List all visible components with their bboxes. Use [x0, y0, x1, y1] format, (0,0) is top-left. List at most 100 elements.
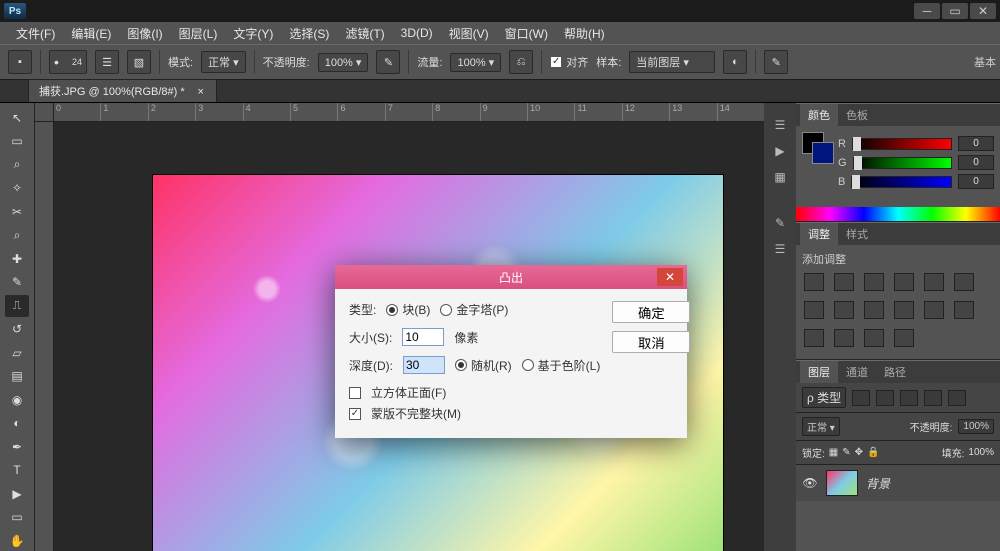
pressure-size-icon[interactable]: ✎ [764, 50, 788, 74]
document-tab-close[interactable]: × [196, 86, 206, 98]
brush-panel-icon[interactable]: ☰ [95, 50, 119, 74]
wand-tool[interactable]: ✧ [5, 178, 29, 200]
adj-gradmap-icon[interactable] [864, 329, 884, 347]
ok-button[interactable]: 确定 [612, 301, 690, 323]
tab-color[interactable]: 颜色 [800, 104, 838, 126]
crop-tool[interactable]: ✂ [5, 201, 29, 223]
adj-bw-icon[interactable] [834, 301, 854, 319]
lock-trans-icon[interactable]: ▦ [829, 447, 838, 458]
tab-paths[interactable]: 路径 [876, 361, 914, 383]
b-slider[interactable] [851, 176, 952, 188]
pen-tool[interactable]: ✒ [5, 436, 29, 458]
depth-random-radio[interactable]: 随机(R) [455, 357, 512, 374]
menu-3d[interactable]: 3D(D) [393, 24, 441, 42]
adj-vibrance-icon[interactable] [924, 273, 944, 291]
adj-curves-icon[interactable] [864, 273, 884, 291]
path-select-tool[interactable]: ▶ [5, 483, 29, 505]
filter-smart-icon[interactable] [948, 390, 966, 406]
visibility-icon[interactable]: 👁 [802, 476, 818, 490]
lock-paint-icon[interactable]: ✎ [842, 447, 850, 458]
history-brush-tool[interactable]: ↺ [5, 319, 29, 341]
tab-layers[interactable]: 图层 [800, 361, 838, 383]
align-checkbox[interactable]: 对齐 [550, 54, 588, 70]
history-icon[interactable]: ☰ [769, 115, 791, 135]
document-tab[interactable]: 捕获.JPG @ 100%(RGB/8#) * × [28, 79, 217, 102]
shape-tool[interactable]: ▭ [5, 507, 29, 529]
depth-input[interactable] [403, 356, 445, 374]
adj-hue-icon[interactable] [954, 273, 974, 291]
heal-tool[interactable]: ✚ [5, 248, 29, 270]
layer-filter-type[interactable]: ρ 类型 [802, 387, 846, 408]
brush-icon[interactable]: ✎ [769, 213, 791, 233]
lock-all-icon[interactable]: 🔒 [867, 447, 879, 458]
fill-value[interactable]: 100% [968, 447, 994, 458]
color-ramp[interactable] [796, 207, 1000, 221]
menu-type[interactable]: 文字(Y) [225, 23, 281, 44]
adj-levels-icon[interactable] [834, 273, 854, 291]
filter-adjust-icon[interactable] [876, 390, 894, 406]
size-input[interactable] [402, 328, 444, 346]
blur-tool[interactable]: ◉ [5, 389, 29, 411]
properties-icon[interactable]: ▦ [769, 167, 791, 187]
eraser-tool[interactable]: ▱ [5, 342, 29, 364]
r-slider[interactable] [852, 138, 952, 150]
maximize-button[interactable]: ▭ [942, 3, 968, 19]
layer-name[interactable]: 背景 [866, 475, 890, 492]
b-value[interactable] [958, 174, 994, 189]
hand-tool[interactable]: ✋ [5, 530, 29, 551]
tab-styles[interactable]: 样式 [838, 223, 876, 245]
gradient-tool[interactable]: ▤ [5, 366, 29, 388]
dialog-titlebar[interactable]: 凸出 ✕ [335, 265, 687, 289]
lasso-tool[interactable]: ⌕ [5, 154, 29, 176]
workspace-label[interactable]: 基本 [974, 54, 996, 70]
lock-pos-icon[interactable]: ✥ [855, 447, 863, 458]
minimize-button[interactable]: ─ [914, 3, 940, 19]
r-value[interactable] [958, 136, 994, 151]
dodge-tool[interactable]: ◐ [5, 413, 29, 435]
tab-swatches[interactable]: 色板 [838, 104, 876, 126]
close-button[interactable]: ✕ [970, 3, 996, 19]
filter-shape-icon[interactable] [924, 390, 942, 406]
adj-poster-icon[interactable] [804, 329, 824, 347]
pressure-opacity-icon[interactable]: ✎ [376, 50, 400, 74]
blend-mode-select[interactable]: 正常 ▾ [201, 51, 246, 73]
tab-adjustments[interactable]: 调整 [800, 223, 838, 245]
menu-view[interactable]: 视图(V) [441, 23, 497, 44]
adj-balance-icon[interactable] [804, 301, 824, 319]
opacity-input[interactable]: 100% ▾ [318, 53, 369, 72]
paragraph-icon[interactable]: ☰ [769, 239, 791, 259]
brush-preset[interactable]: •24 [49, 50, 87, 74]
menu-window[interactable]: 窗口(W) [497, 23, 556, 44]
menu-select[interactable]: 选择(S) [281, 23, 337, 44]
airbrush-icon[interactable]: ⎌ [509, 50, 533, 74]
adj-mixer-icon[interactable] [894, 301, 914, 319]
ignore-adjust-icon[interactable]: ◐ [723, 50, 747, 74]
tab-channels[interactable]: 通道 [838, 361, 876, 383]
layer-blend-select[interactable]: 正常 ▾ [802, 417, 840, 436]
flow-input[interactable]: 100% ▾ [450, 53, 501, 72]
type-pyramid-radio[interactable]: 金字塔(P) [440, 301, 508, 318]
g-value[interactable] [958, 155, 994, 170]
stamp-tool[interactable]: ⎍ [5, 295, 29, 317]
depth-level-radio[interactable]: 基于色阶(L) [522, 357, 601, 374]
menu-edit[interactable]: 编辑(E) [63, 23, 119, 44]
menu-filter[interactable]: 滤镜(T) [337, 23, 392, 44]
adj-invert-icon[interactable] [954, 301, 974, 319]
menu-image[interactable]: 图像(I) [119, 23, 170, 44]
menu-help[interactable]: 帮助(H) [556, 23, 613, 44]
color-swatches[interactable] [802, 132, 830, 172]
adj-exposure-icon[interactable] [894, 273, 914, 291]
move-tool[interactable]: ↖ [5, 107, 29, 129]
cube-front-checkbox[interactable]: 立方体正面(F) [349, 384, 600, 401]
tool-preset-icon[interactable]: ▪ [8, 50, 32, 74]
sample-select[interactable]: 当前图层 ▾ [629, 51, 715, 73]
adj-selcolor-icon[interactable] [894, 329, 914, 347]
play-icon[interactable]: ▶ [769, 141, 791, 161]
adj-thresh-icon[interactable] [834, 329, 854, 347]
layer-row[interactable]: 👁 背景 [796, 465, 1000, 501]
dialog-close-button[interactable]: ✕ [657, 268, 683, 286]
brush-tool[interactable]: ✎ [5, 272, 29, 294]
adj-brightness-icon[interactable] [804, 273, 824, 291]
type-block-radio[interactable]: 块(B) [386, 301, 430, 318]
menu-file[interactable]: 文件(F) [8, 23, 63, 44]
